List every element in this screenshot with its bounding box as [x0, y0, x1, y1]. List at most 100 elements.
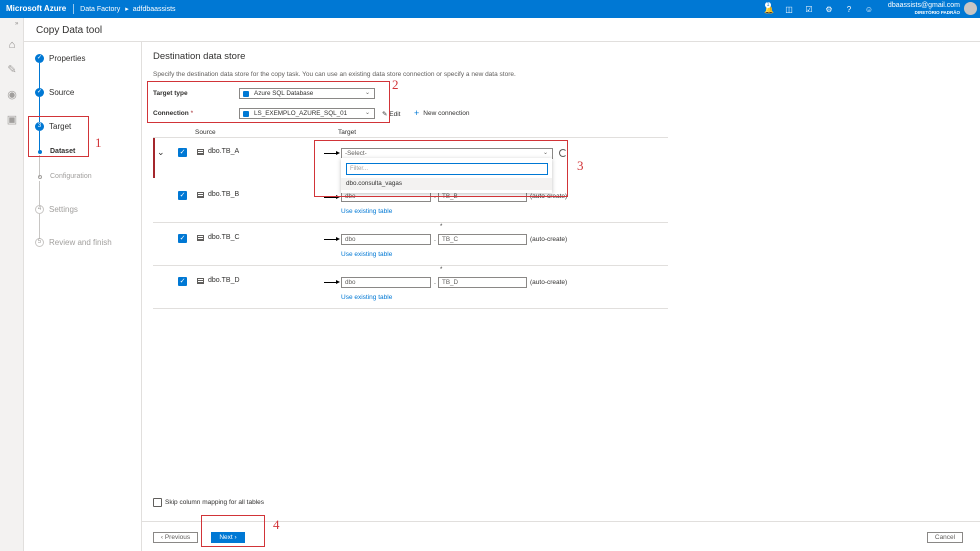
use-existing-table-link[interactable]: Use existing table [341, 294, 392, 301]
new-connection-label: New connection [423, 110, 470, 117]
arrow-icon [324, 237, 340, 241]
monitor-icon[interactable]: ◉ [5, 88, 19, 102]
step-properties[interactable]: ✓ Properties [35, 54, 85, 63]
step-label: Settings [49, 205, 78, 214]
row-divider [153, 308, 668, 309]
arrow-icon [324, 195, 340, 199]
annotation-box-4 [201, 515, 265, 547]
auto-create-label: (auto-create) [530, 279, 568, 286]
directory-filter-icon[interactable]: ◫ [779, 5, 799, 14]
skip-column-mapping[interactable]: Skip column mapping for all tables [153, 498, 264, 507]
user-directory: DIRETÓRIO PADRÃO [914, 10, 960, 15]
section-heading: Destination data store [153, 51, 246, 62]
step-connector [39, 181, 40, 207]
table-icon [197, 277, 204, 284]
left-rail: » ⌂ ✎ ◉ ▣ [0, 18, 24, 551]
settings-icon[interactable]: ⚙ [819, 5, 839, 14]
section-description: Specify the destination data store for t… [153, 71, 516, 78]
manage-icon[interactable]: ▣ [5, 113, 19, 127]
step-label: Review and finish [49, 238, 112, 247]
source-table: dbo.TB_B [197, 191, 239, 198]
table-name-input[interactable]: TB_C [438, 234, 527, 245]
source-table-name: dbo.TB_B [208, 191, 240, 198]
annotation-box-2 [147, 81, 390, 123]
row-checkbox[interactable]: ✓ [178, 191, 187, 200]
breadcrumb-data-factory[interactable]: Data Factory [74, 6, 120, 13]
skip-label: Skip column mapping for all tables [165, 499, 264, 506]
table-icon [197, 191, 204, 198]
annotation-number: 2 [392, 77, 399, 92]
help-icon[interactable]: ? [839, 5, 859, 14]
required-marker: * [440, 267, 443, 273]
step-label: Source [49, 88, 75, 97]
breadcrumb-factory-name[interactable]: adfdbaassists [129, 6, 176, 13]
schema-separator: . [434, 279, 436, 286]
auto-create-label: (auto-create) [530, 236, 568, 243]
notification-badge: 1 [765, 2, 771, 8]
check-icon: ✓ [35, 88, 44, 97]
check-icon: ✓ [35, 54, 44, 63]
chevron-down-icon[interactable]: ⌄ [157, 147, 165, 158]
page-title: Copy Data tool [36, 25, 103, 36]
source-table-name: dbo.TB_A [208, 148, 240, 155]
cloud-shell-icon[interactable]: ☑ [799, 5, 819, 14]
table-icon [197, 234, 204, 241]
footer-divider [142, 521, 980, 522]
schema-input[interactable]: dbo [341, 277, 431, 288]
cancel-button[interactable]: Cancel [927, 532, 963, 543]
column-header-target: Target [338, 129, 357, 136]
step-number: 5 [35, 238, 44, 247]
top-icons: 🔔 ◫ ☑ ⚙ ? ☺ [759, 0, 879, 18]
table-icon [197, 148, 204, 155]
source-table: dbo.TB_C [197, 234, 240, 241]
feedback-icon[interactable]: ☺ [859, 5, 879, 14]
user-account[interactable]: dbaassists@gmail.com DIRETÓRIO PADRÃO [888, 2, 960, 16]
selected-row-indicator [153, 138, 155, 178]
row-divider [153, 222, 668, 223]
author-icon[interactable]: ✎ [5, 63, 19, 77]
user-email: dbaassists@gmail.com [887, 2, 960, 9]
step-number: 4 [35, 205, 44, 214]
use-existing-table-link[interactable]: Use existing table [341, 208, 392, 215]
substep-configuration[interactable]: Configuration [38, 173, 92, 180]
source-table-name: dbo.TB_D [208, 277, 240, 284]
step-source[interactable]: ✓ Source [35, 88, 74, 97]
required-marker: * [440, 224, 443, 230]
annotation-number: 1 [95, 135, 102, 150]
arrow-icon [324, 280, 340, 284]
edit-label: Edit [389, 111, 401, 118]
plus-icon: + [414, 108, 420, 118]
row-checkbox[interactable]: ✓ [178, 148, 187, 157]
top-bar: Microsoft Azure Data Factory ▸ adfdbaass… [0, 0, 980, 18]
home-icon[interactable]: ⌂ [5, 38, 19, 52]
inactive-dot-icon [38, 174, 42, 179]
annotation-number: 4 [273, 517, 280, 532]
step-settings[interactable]: 4 Settings [35, 205, 78, 214]
source-table-name: dbo.TB_C [208, 234, 240, 241]
annotation-box-1 [28, 116, 89, 157]
breadcrumb-separator: ▸ [125, 6, 129, 13]
source-table: dbo.TB_A [197, 148, 239, 155]
source-table: dbo.TB_D [197, 277, 240, 284]
table-name-input[interactable]: TB_D [438, 277, 527, 288]
avatar[interactable] [964, 2, 977, 15]
row-checkbox[interactable]: ✓ [178, 277, 187, 286]
new-connection-button[interactable]: + New connection [414, 108, 470, 118]
annotation-box-3 [314, 140, 568, 197]
substep-label: Configuration [50, 173, 92, 180]
row-divider [153, 265, 668, 266]
step-label: Properties [49, 54, 86, 63]
previous-button[interactable]: ‹ Previous [153, 532, 198, 543]
step-review[interactable]: 5 Review and finish [35, 238, 112, 247]
row-divider [153, 137, 668, 138]
brand-title[interactable]: Microsoft Azure [0, 4, 75, 14]
annotation-number: 3 [577, 158, 584, 173]
checkbox[interactable] [153, 498, 162, 507]
row-checkbox[interactable]: ✓ [178, 234, 187, 243]
schema-input[interactable]: dbo [341, 234, 431, 245]
column-header-source: Source [195, 129, 216, 136]
expand-rail-icon[interactable]: » [15, 21, 18, 27]
use-existing-table-link[interactable]: Use existing table [341, 251, 392, 258]
schema-separator: . [434, 236, 436, 243]
step-connector [39, 214, 40, 240]
